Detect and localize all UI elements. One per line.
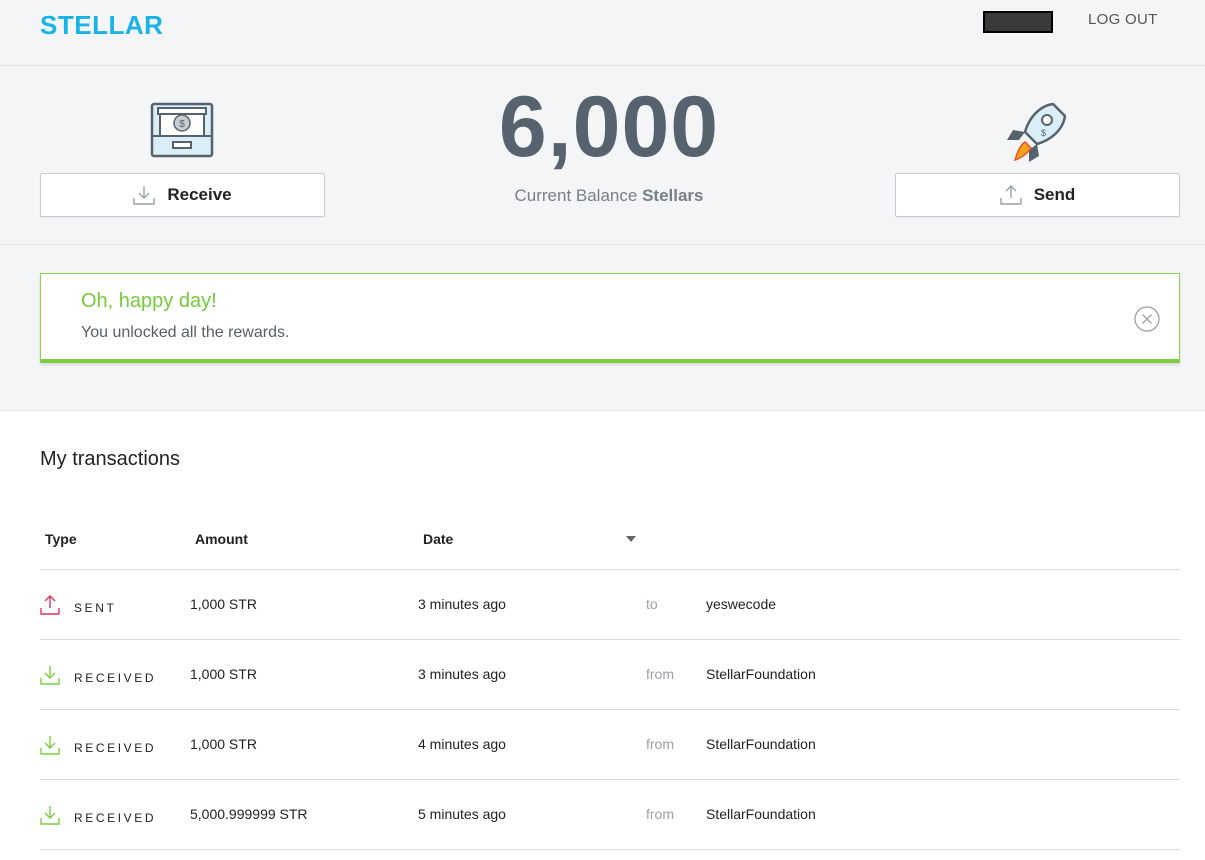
row-type: RECEIVED [74,671,157,685]
table-row[interactable]: SENT 1,000 STR 3 minutes ago to yeswecod… [40,569,1180,639]
row-counterparty[interactable]: StellarFoundation [706,736,816,752]
download-icon [133,186,156,205]
row-type: SENT [74,601,117,615]
top-bar: STELLAR LOG OUT [0,0,1205,66]
row-amount: 1,000 STR [190,736,257,752]
table-bottom-divider [40,849,1180,850]
row-date: 4 minutes ago [418,736,506,752]
send-button[interactable]: Send [895,173,1180,217]
column-header-type: Type [45,531,77,547]
row-counterparty[interactable]: yeswecode [706,596,776,612]
alert-title: Oh, happy day! [81,290,217,312]
alert-message: You unlocked all the rewards. [81,324,290,341]
row-amount: 1,000 STR [190,666,257,682]
balance-panel: $ 6,000 Current Balance Stellars $ Recei… [0,66,1205,245]
received-arrow-icon [40,666,60,685]
transactions-title: My transactions [40,448,181,470]
table-row[interactable]: RECEIVED 5,000.999999 STR 5 minutes ago … [40,779,1180,849]
row-counterparty[interactable]: StellarFoundation [706,666,816,682]
sent-arrow-icon [40,595,60,615]
username-redacted [983,11,1053,33]
receive-button[interactable]: Receive [40,173,325,217]
row-amount: 5,000.999999 STR [190,806,308,822]
logout-button[interactable]: LOG OUT [1088,11,1158,28]
received-arrow-icon [40,806,60,825]
table-row[interactable]: RECEIVED 1,000 STR 3 minutes ago from St… [40,639,1180,709]
balance-label-prefix: Current Balance [514,186,638,205]
row-amount: 1,000 STR [190,596,257,612]
balance-unit: Stellars [642,186,704,205]
upload-icon [1000,185,1022,205]
receive-button-label: Receive [167,185,232,204]
svg-text:$: $ [1041,128,1046,138]
row-direction: to [646,596,658,612]
row-direction: from [646,666,674,682]
rocket-icon: $ [1007,102,1067,162]
column-header-amount: Amount [195,531,248,547]
balance-amount: 6,000 [498,79,720,175]
transaction-rows: SENT 1,000 STR 3 minutes ago to yeswecod… [40,569,1180,850]
received-arrow-icon [40,736,60,755]
success-alert: Oh, happy day! You unlocked all the rewa… [40,273,1180,363]
cash-drawer-icon: $ [150,102,214,158]
row-type: RECEIVED [74,741,157,755]
row-date: 5 minutes ago [418,806,506,822]
row-counterparty[interactable]: StellarFoundation [706,806,816,822]
send-button-label: Send [1033,185,1076,204]
row-type: RECEIVED [74,811,157,825]
row-date: 3 minutes ago [418,596,506,612]
balance-label: Current Balance Stellars [409,186,809,206]
column-header-date[interactable]: Date [423,531,453,547]
row-direction: from [646,736,674,752]
alert-panel: Oh, happy day! You unlocked all the rewa… [0,245,1205,411]
svg-text:$: $ [179,119,185,130]
table-row[interactable]: RECEIVED 1,000 STR 4 minutes ago from St… [40,709,1180,779]
sort-caret-icon[interactable] [626,536,636,542]
close-icon[interactable] [1134,306,1160,332]
row-date: 3 minutes ago [418,666,506,682]
row-direction: from [646,806,674,822]
stellar-logo[interactable]: STELLAR [40,10,163,41]
